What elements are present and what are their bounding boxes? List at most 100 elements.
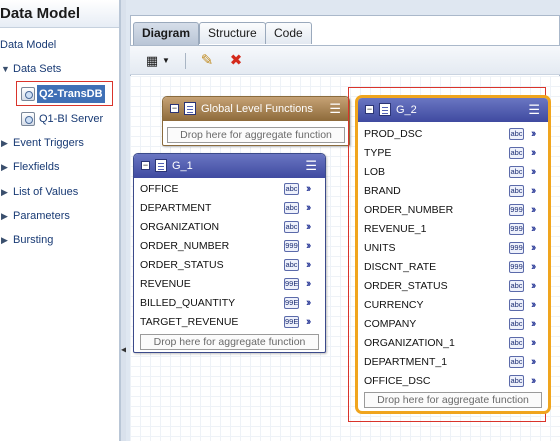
data-type-icon[interactable]: 999 [509,261,524,273]
expand-arrow-icon[interactable]: ▶ [1,231,8,249]
field-row[interactable]: BRAND abc ›› [358,182,548,201]
expand-arrow-icon[interactable]: ▼ [1,60,10,78]
group-menu-icon[interactable]: ☰ [528,98,540,122]
field-link-arrow-icon[interactable]: ›› [306,237,312,256]
tree-item-bursting[interactable]: ▶ Bursting [0,231,118,249]
field-row[interactable]: TARGET_REVENUE 99E ›› [134,313,325,332]
global-level-functions-panel[interactable]: − Global Level Functions ☰ Drop here for… [162,96,350,146]
g2-header[interactable]: − G_2 ☰ [358,98,548,122]
tab-diagram[interactable]: Diagram [133,22,200,45]
field-link-arrow-icon[interactable]: ›› [306,313,312,332]
field-link-arrow-icon[interactable]: ›› [306,218,312,237]
aggregate-dropzone[interactable]: Drop here for aggregate function [140,334,319,350]
field-row[interactable]: DISCNT_RATE 999 ›› [358,258,548,277]
g1-header[interactable]: − G_1 ☰ [134,154,325,178]
tree-item-list-of-values[interactable]: ▶ List of Values [0,183,118,201]
collapse-icon[interactable]: − [170,104,179,113]
group-g2[interactable]: − G_2 ☰ PROD_DSC abc ›› TYPE abc ›› LOB abc ›› BR… [355,95,551,414]
aggregate-dropzone[interactable]: Drop here for aggregate function [364,392,542,408]
field-row[interactable]: UNITS 999 ›› [358,239,548,258]
data-type-icon[interactable]: 99E [284,278,299,290]
data-type-icon[interactable]: abc [509,185,524,197]
field-row[interactable]: REVENUE_1 999 ›› [358,220,548,239]
field-row[interactable]: LOB abc ›› [358,163,548,182]
tree-item-flexfields[interactable]: ▶ Flexfields [0,158,118,176]
data-type-icon[interactable]: abc [509,337,524,349]
tab-structure[interactable]: Structure [199,22,266,44]
field-row[interactable]: OFFICE abc ›› [134,180,325,199]
field-row[interactable]: ORGANIZATION_1 abc ›› [358,334,548,353]
field-link-arrow-icon[interactable]: ›› [531,163,537,182]
field-link-arrow-icon[interactable]: ›› [531,296,537,315]
field-link-arrow-icon[interactable]: ›› [306,180,312,199]
aggregate-dropzone[interactable]: Drop here for aggregate function [167,127,345,143]
field-link-arrow-icon[interactable]: ›› [531,334,537,353]
field-link-arrow-icon[interactable]: ›› [306,275,312,294]
expand-arrow-icon[interactable]: ▶ [1,158,8,176]
new-data-set-icon[interactable]: ▦ [142,51,162,71]
field-link-arrow-icon[interactable]: ›› [531,353,537,372]
data-type-icon[interactable]: 999 [284,240,299,252]
field-link-arrow-icon[interactable]: ›› [306,256,312,275]
field-row[interactable]: OFFICE_DSC abc ›› [358,372,548,391]
group-menu-icon[interactable]: ☰ [305,154,317,178]
field-row[interactable]: CURRENCY abc ›› [358,296,548,315]
glf-header[interactable]: − Global Level Functions ☰ [163,97,349,121]
dropdown-arrow-icon[interactable]: ▼ [161,51,171,71]
field-link-arrow-icon[interactable]: ›› [531,372,537,391]
pencil-icon[interactable]: ✎ [197,51,217,71]
tree-item-data-model[interactable]: Data Model [0,36,118,54]
field-row[interactable]: PROD_DSC abc ›› [358,125,548,144]
data-type-icon[interactable]: abc [509,128,524,140]
field-link-arrow-icon[interactable]: ›› [306,294,312,313]
data-type-icon[interactable]: abc [509,375,524,387]
field-row[interactable]: ORGANIZATION abc ›› [134,218,325,237]
tree-item-data-sets[interactable]: ▼ Data Sets [0,60,118,78]
data-type-icon[interactable]: 999 [509,204,524,216]
data-type-icon[interactable]: abc [284,183,299,195]
expand-arrow-icon[interactable]: ▶ [1,183,8,201]
tab-code[interactable]: Code [265,22,312,44]
tree-item-dataset-q1[interactable]: Q1-BI Server [20,110,118,128]
field-link-arrow-icon[interactable]: ›› [531,239,537,258]
collapse-icon[interactable]: − [141,161,150,170]
data-type-icon[interactable]: abc [284,221,299,233]
data-type-icon[interactable]: 999 [509,223,524,235]
group-menu-icon[interactable]: ☰ [329,97,341,121]
data-type-icon[interactable]: abc [284,202,299,214]
expand-arrow-icon[interactable]: ▶ [1,207,8,225]
data-type-icon[interactable]: 99E [284,297,299,309]
field-row[interactable]: ORDER_STATUS abc ›› [358,277,548,296]
data-type-icon[interactable]: abc [509,280,524,292]
field-row[interactable]: ORDER_NUMBER 999 ›› [134,237,325,256]
field-row[interactable]: TYPE abc ›› [358,144,548,163]
field-row[interactable]: BILLED_QUANTITY 99E ›› [134,294,325,313]
group-g1[interactable]: − G_1 ☰ OFFICE abc ›› DEPARTMENT abc ›› ORGANI… [133,153,326,353]
collapse-icon[interactable]: − [365,105,374,114]
data-type-icon[interactable]: 99E [284,316,299,328]
field-row[interactable]: COMPANY abc ›› [358,315,548,334]
field-row[interactable]: DEPARTMENT abc ›› [134,199,325,218]
data-type-icon[interactable]: abc [509,166,524,178]
data-type-icon[interactable]: abc [509,147,524,159]
field-row[interactable]: ORDER_NUMBER 999 ›› [358,201,548,220]
tree-item-parameters[interactable]: ▶ Parameters [0,207,118,225]
field-link-arrow-icon[interactable]: ›› [531,182,537,201]
delete-x-icon[interactable]: ✖ [226,51,246,71]
field-link-arrow-icon[interactable]: ›› [531,125,537,144]
field-link-arrow-icon[interactable]: ›› [531,315,537,334]
field-link-arrow-icon[interactable]: ›› [531,258,537,277]
field-link-arrow-icon[interactable]: ›› [531,201,537,220]
field-link-arrow-icon[interactable]: ›› [531,220,537,239]
field-row[interactable]: DEPARTMENT_1 abc ›› [358,353,548,372]
expand-arrow-icon[interactable]: ▶ [1,134,8,152]
data-type-icon[interactable]: 999 [509,242,524,254]
field-row[interactable]: REVENUE 99E ›› [134,275,325,294]
field-link-arrow-icon[interactable]: ›› [531,144,537,163]
field-link-arrow-icon[interactable]: ›› [531,277,537,296]
data-type-icon[interactable]: abc [509,356,524,368]
field-link-arrow-icon[interactable]: ›› [306,199,312,218]
data-type-icon[interactable]: abc [509,299,524,311]
field-row[interactable]: ORDER_STATUS abc ›› [134,256,325,275]
tree-item-dataset-q2[interactable]: Q2-TransDB [20,85,112,103]
